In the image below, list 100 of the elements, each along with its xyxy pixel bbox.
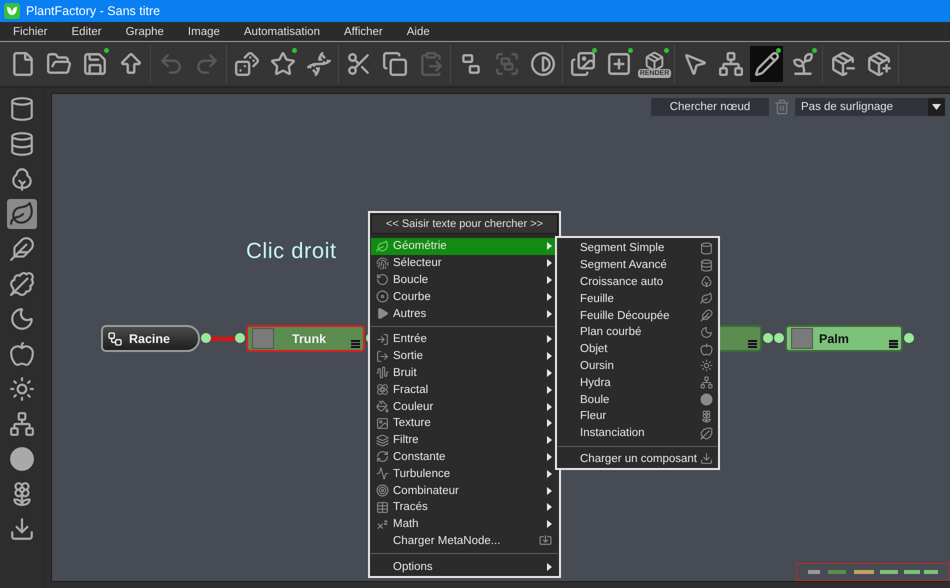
submenu-item[interactable]: Fleur (558, 408, 717, 425)
menu-item[interactable]: Image (176, 24, 232, 40)
menu-search-field[interactable]: << Saisir texte pour chercher >> (371, 214, 558, 234)
context-menu-item[interactable]: Turbulence (371, 465, 558, 482)
node-thumbnail (252, 328, 274, 349)
context-menu-item[interactable]: Courbe (371, 288, 558, 306)
sphere-icon (700, 393, 713, 406)
leaves-icon (700, 426, 713, 440)
group-icon (494, 51, 520, 77)
input-port[interactable] (235, 333, 245, 343)
context-menu-item[interactable]: Constante (371, 448, 558, 466)
fingerprint-icon (376, 256, 388, 270)
play-icon (376, 307, 388, 320)
minimap[interactable] (796, 563, 950, 581)
sidebar-button[interactable] (7, 234, 37, 264)
box-icon (644, 50, 665, 72)
context-menu-item[interactable]: Filtre (371, 432, 558, 449)
context-menu-item[interactable]: Charger MetaNode... (371, 532, 558, 550)
leaf-icon (376, 240, 388, 253)
output-icon (376, 350, 388, 363)
context-menu-item[interactable]: Sélecteur (371, 254, 558, 272)
submenu-item[interactable]: Boule (558, 391, 717, 408)
context-menu-item[interactable]: Entrée (371, 330, 558, 348)
dice-icon (234, 51, 260, 77)
sidebar-button[interactable] (7, 339, 37, 369)
submenu-item[interactable]: Segment Simple (558, 240, 717, 257)
context-menu-item[interactable]: Fractal (371, 381, 558, 398)
submenu-item[interactable]: Hydra (558, 374, 717, 392)
context-menu-item[interactable]: Texture (371, 414, 558, 432)
node-label: Racine (129, 332, 170, 346)
context-menu-item[interactable]: Combinateur (371, 482, 558, 499)
sidebar-button[interactable] (7, 199, 37, 229)
context-menu-item[interactable]: Boucle (371, 272, 558, 288)
graph-node[interactable]: Palm (785, 325, 903, 352)
menu-item[interactable]: Automatisation (232, 24, 332, 40)
loop-icon (376, 273, 388, 286)
waveform-icon (376, 366, 388, 380)
segmented-cylinder-icon (700, 258, 713, 272)
submenu-item[interactable]: Charger un composant (558, 450, 717, 468)
context-menu-item[interactable]: Autres (371, 305, 558, 322)
network-icon (9, 411, 35, 437)
shrub-icon (9, 166, 35, 192)
submenu-item[interactable]: Segment Avancé (558, 256, 717, 274)
leaves-icon (9, 271, 35, 297)
sidebar-button[interactable] (7, 444, 37, 474)
paint-bucket-icon (376, 400, 388, 414)
cylinder-icon (9, 96, 35, 122)
node-menu-icon[interactable] (889, 340, 898, 348)
feather-icon (9, 236, 35, 262)
toolbar-button[interactable] (750, 46, 783, 82)
network-icon (700, 376, 713, 390)
submenu-item[interactable]: Croissance auto (558, 274, 717, 290)
cylinder-icon (700, 242, 713, 255)
menu-item[interactable]: Editer (60, 24, 114, 40)
context-menu-item[interactable]: Géométrie (371, 238, 558, 255)
context-menu-item[interactable]: Math (371, 516, 558, 533)
sun-icon (9, 376, 35, 402)
sidebar-button[interactable] (7, 374, 37, 404)
leaf-icon (700, 292, 713, 306)
menu-item[interactable]: Fichier (1, 24, 60, 40)
shrub-icon (700, 275, 713, 288)
search-node-button[interactable]: Chercher nœud (651, 98, 769, 116)
context-menu-item[interactable]: Options (371, 558, 558, 576)
star-icon (270, 51, 296, 77)
dna-icon (306, 51, 332, 77)
output-port[interactable] (904, 333, 914, 343)
sidebar-button[interactable] (7, 409, 37, 439)
highlight-dropdown[interactable]: Pas de surlignage (795, 98, 945, 116)
submenu-item[interactable]: Oursin (558, 358, 717, 374)
context-menu-item[interactable]: Couleur (371, 398, 558, 415)
copy-icon (382, 51, 408, 77)
package-plus-icon (866, 51, 892, 77)
folder-icon (46, 51, 72, 77)
sidebar-button[interactable] (7, 269, 37, 299)
submenu-item[interactable]: Feuille Découpée (558, 307, 717, 324)
menu-item[interactable]: Graphe (114, 24, 176, 40)
input-port[interactable] (774, 333, 784, 343)
output-port[interactable] (201, 333, 211, 343)
submenu-item[interactable]: Feuille (558, 290, 717, 308)
segmented-cylinder-icon (9, 131, 35, 157)
submenu-item[interactable]: Instanciation (558, 424, 717, 442)
output-port[interactable] (763, 333, 773, 343)
network-icon (718, 51, 744, 77)
images-icon (570, 51, 596, 77)
scissors-icon (346, 51, 372, 77)
node-menu-icon[interactable] (748, 340, 757, 348)
graph-node[interactable]: Racine (101, 325, 200, 352)
contrast-icon (530, 51, 556, 77)
menu-item[interactable]: Afficher (332, 24, 395, 40)
menu-item[interactable]: Aide (394, 24, 442, 40)
node-menu-icon[interactable] (351, 340, 360, 348)
apple-icon (700, 342, 713, 356)
submenu-item[interactable]: Plan courbé (558, 324, 717, 341)
context-menu-item[interactable]: Sortie (371, 348, 558, 365)
package-minus-icon (830, 51, 856, 77)
context-menu-item[interactable]: Bruit (371, 364, 558, 382)
context-menu-item[interactable]: Tracés (371, 498, 558, 516)
submenu-item[interactable]: Objet (558, 340, 717, 358)
input-icon (376, 332, 388, 346)
window-title: PlantFactory - Sans titre (26, 4, 160, 18)
